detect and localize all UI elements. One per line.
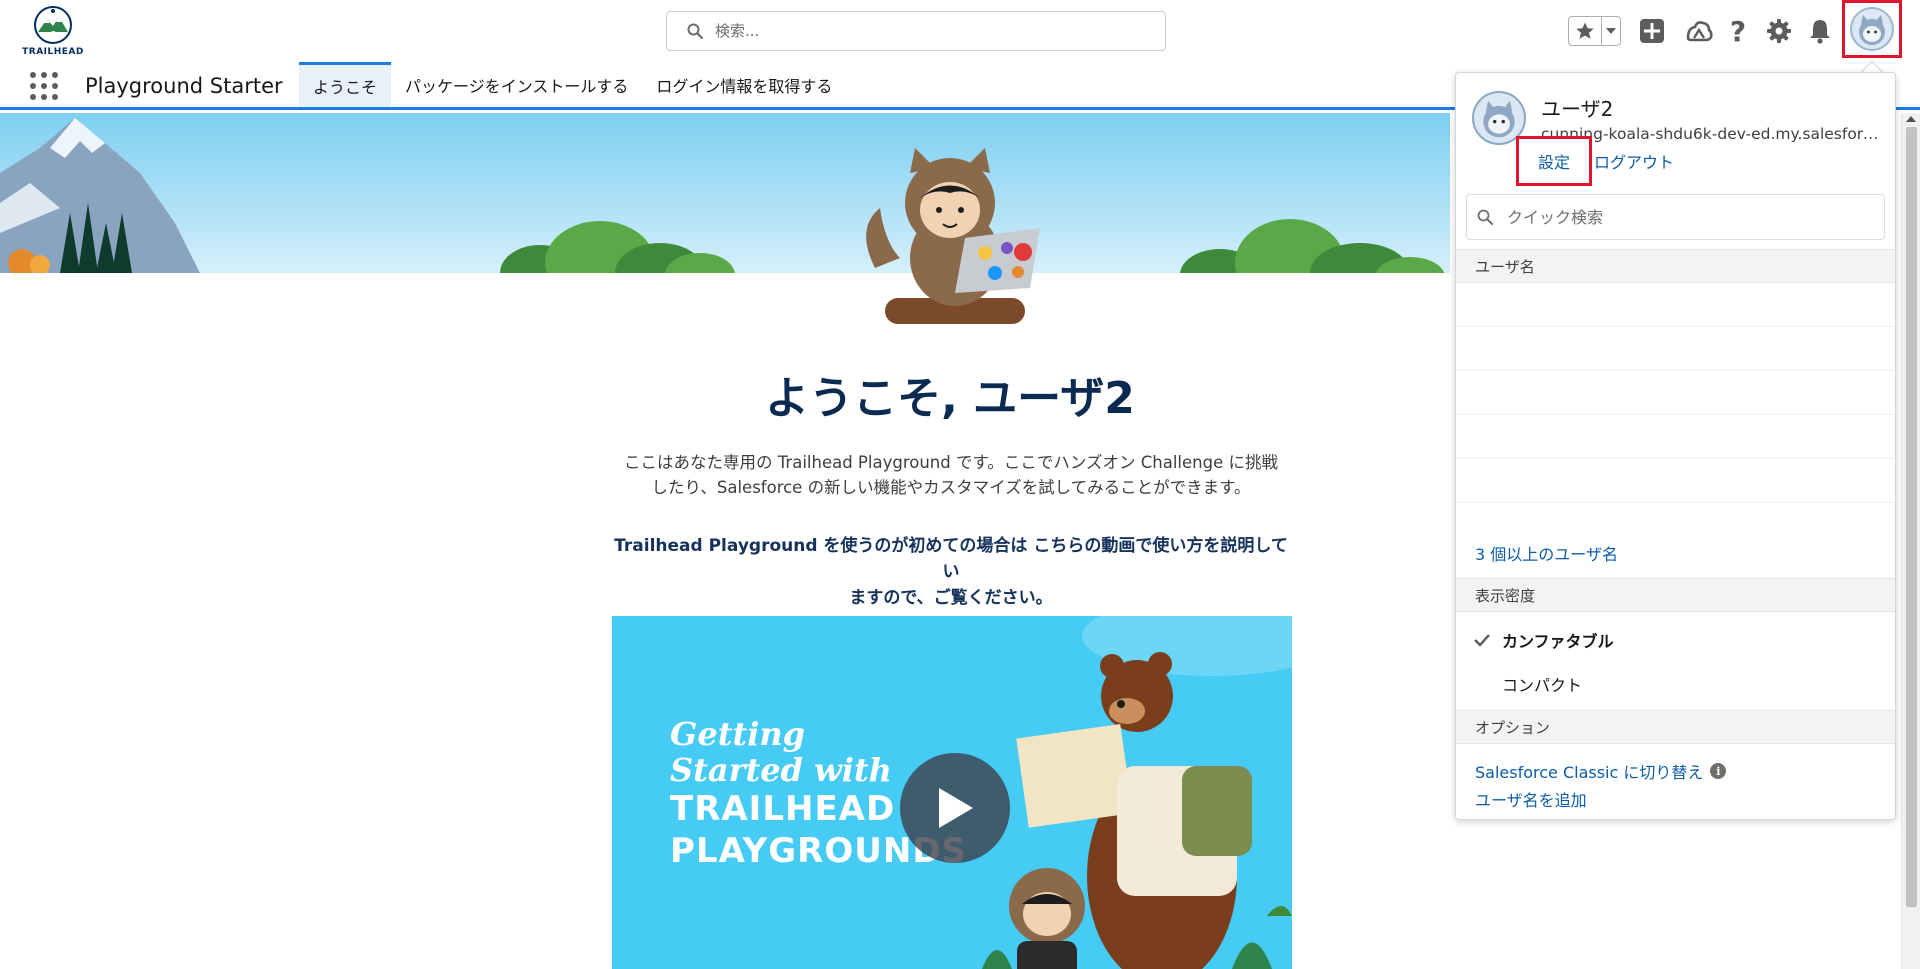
chevron-down-icon	[1606, 28, 1616, 34]
bell-icon	[1810, 20, 1830, 44]
tab-welcome[interactable]: ようこそ	[299, 62, 392, 107]
landscape-illustration	[0, 118, 1445, 273]
astro-avatar-icon	[1483, 101, 1515, 138]
trail-icon	[1686, 21, 1713, 42]
quick-search[interactable]	[1466, 194, 1885, 240]
help-button[interactable]: ?	[1722, 14, 1754, 48]
favorites-group	[1568, 16, 1621, 46]
welcome-description-line: したり、Salesforce の新しい機能やカスタマイズを試してみることができま…	[651, 478, 1251, 497]
user-profile-panel: ユーザ2 cunning-koala-shdu6k-dev-ed.my.sale…	[1455, 72, 1896, 820]
search-icon	[687, 23, 703, 39]
trailhead-logo-icon	[34, 6, 72, 44]
density-option-compact[interactable]: コンパクト	[1456, 664, 1895, 704]
scroll-thumb[interactable]	[1906, 127, 1917, 907]
trailhead-guidance-button[interactable]	[1683, 15, 1715, 47]
switch-to-classic-label: Salesforce Classic に切り替え	[1475, 763, 1704, 782]
search-icon	[1477, 209, 1493, 225]
app-launcher-dot	[41, 72, 47, 78]
play-button[interactable]	[900, 753, 1010, 863]
setup-button[interactable]	[1763, 15, 1795, 47]
global-header: TRAILHEAD ?	[0, 0, 1920, 60]
list-item	[1456, 327, 1895, 371]
density-option-label: コンパクト	[1502, 676, 1583, 695]
list-item	[1456, 459, 1895, 503]
welcome-description-line: ここはあなた専用の Trailhead Playground です。ここでハンズ…	[624, 453, 1278, 472]
video-intro-text: Trailhead Playground を使うのが初めての場合は こちらの動画…	[608, 533, 1294, 611]
more-usernames-link[interactable]: 3 個以上のユーザ名	[1475, 541, 1618, 565]
plus-icon	[1640, 19, 1664, 43]
usernames-section-header: ユーザ名	[1456, 249, 1895, 283]
gear-icon	[1767, 19, 1791, 43]
app-launcher-dot	[52, 83, 58, 89]
options-section-header: オプション	[1456, 710, 1895, 744]
logout-link[interactable]: ログアウト	[1594, 149, 1674, 173]
panel-links: 設定 ログアウト	[1516, 136, 1674, 186]
switch-to-classic-link[interactable]: Salesforce Classic に切り替え i	[1475, 759, 1727, 783]
hero-banner	[0, 113, 1450, 273]
search-input[interactable]	[715, 22, 1115, 40]
list-item	[1456, 283, 1895, 327]
logo-text: TRAILHEAD	[22, 47, 84, 57]
welcome-description: ここはあなた専用の Trailhead Playground です。ここでハンズ…	[610, 450, 1292, 500]
intro-video-player[interactable]: Getting Started with TRAILHEAD PLAYGROUN…	[612, 616, 1292, 969]
help-icon: ?	[1729, 14, 1747, 48]
astro-mascot-illustration	[866, 148, 1040, 324]
video-intro-line: ますので、ご覧ください。	[849, 588, 1053, 608]
favorites-list-button[interactable]	[1602, 17, 1620, 45]
trailhead-logo[interactable]: TRAILHEAD	[18, 5, 88, 59]
global-actions-button[interactable]	[1636, 15, 1668, 47]
notifications-button[interactable]	[1804, 15, 1836, 47]
list-item	[1456, 371, 1895, 415]
astro-avatar-icon	[1859, 15, 1885, 45]
panel-username: ユーザ2	[1541, 97, 1614, 121]
global-search[interactable]	[666, 11, 1166, 51]
add-username-link[interactable]: ユーザ名を追加	[1475, 787, 1587, 811]
app-launcher-dot	[30, 72, 36, 78]
app-launcher-dot	[41, 94, 47, 100]
play-icon	[939, 788, 973, 828]
quick-search-input[interactable]	[1507, 207, 1867, 227]
app-name: Playground Starter	[85, 74, 283, 98]
list-item	[1456, 415, 1895, 459]
user-avatar-button[interactable]	[1842, 0, 1902, 58]
usernames-list	[1456, 283, 1895, 533]
app-launcher-dot	[41, 83, 47, 89]
app-launcher-dot	[30, 83, 36, 89]
video-intro-line: Trailhead Playground を使うのが初めての場合は こちらの動画…	[614, 536, 1288, 582]
avatar	[1850, 7, 1894, 51]
density-option-label: カンファタブル	[1502, 632, 1614, 651]
info-icon[interactable]: i	[1710, 763, 1727, 779]
star-icon	[1576, 22, 1594, 39]
density-option-comfortable[interactable]: カンファタブル	[1456, 620, 1895, 660]
page-scrollbar[interactable]	[1901, 113, 1920, 969]
app-launcher-button[interactable]	[28, 70, 60, 102]
favorites-star-button[interactable]	[1569, 17, 1602, 45]
nav-tabs: ようこそ パッケージをインストールする ログイン情報を取得する	[299, 62, 846, 107]
app-launcher-dot	[30, 94, 36, 100]
check-icon	[1456, 633, 1502, 647]
settings-link[interactable]: 設定	[1516, 136, 1592, 186]
app-launcher-dot	[52, 94, 58, 100]
scroll-up-arrow-icon[interactable]	[1906, 116, 1916, 122]
tab-install-package[interactable]: パッケージをインストールする	[391, 62, 642, 107]
density-section-header: 表示密度	[1456, 578, 1895, 612]
app-launcher-dot	[52, 72, 58, 78]
tab-get-login-info[interactable]: ログイン情報を取得する	[642, 62, 846, 107]
video-title-line: Getting	[670, 715, 806, 753]
welcome-title: ようこそ, ユーザ2	[765, 373, 1135, 424]
